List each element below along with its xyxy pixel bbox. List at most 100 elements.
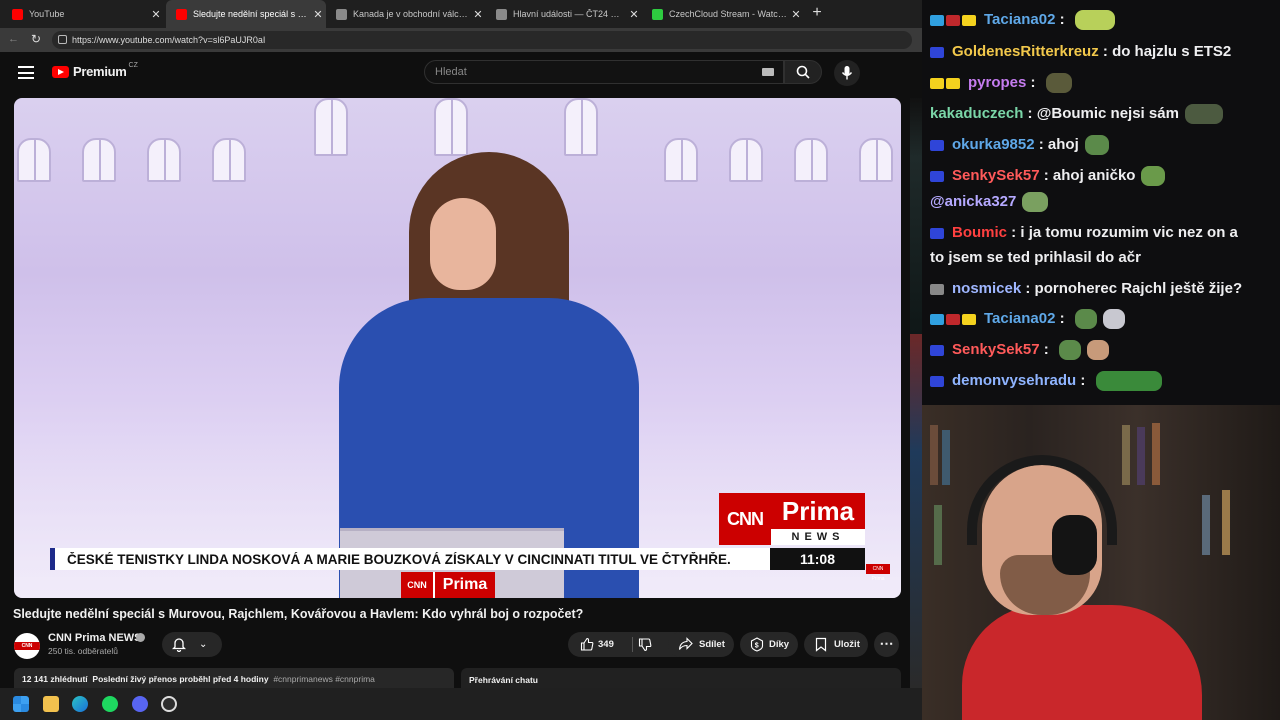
chat-username[interactable]: demonvysehradu bbox=[952, 371, 1076, 391]
chat-username[interactable]: kakaduczech bbox=[930, 104, 1023, 124]
background-window bbox=[564, 98, 598, 156]
chat-username[interactable]: okurka9852 bbox=[952, 135, 1035, 155]
chat-message: demonvysehradu : bbox=[930, 371, 1162, 391]
search-input[interactable]: Hledat bbox=[424, 60, 784, 84]
save-icon bbox=[815, 637, 827, 652]
chat-emote-icon bbox=[1095, 371, 1162, 391]
chat-separator: : bbox=[1034, 136, 1048, 153]
background-window bbox=[147, 138, 181, 182]
menu-icon[interactable] bbox=[18, 66, 34, 79]
close-tab-icon[interactable]: ✕ bbox=[148, 8, 164, 21]
tab-ct24[interactable]: Hlavní události — ČT24 — Česká ✕ bbox=[486, 0, 642, 28]
tab-youtube[interactable]: YouTube ✕ bbox=[2, 0, 164, 28]
microphone-icon bbox=[841, 66, 853, 80]
chat-username[interactable]: Taciana02 bbox=[984, 10, 1055, 30]
background-window bbox=[794, 138, 828, 182]
chat-username[interactable]: nosmicek bbox=[952, 279, 1021, 299]
thanks-label: Díky bbox=[769, 639, 790, 650]
youtube-header: Premium CZ Hledat bbox=[0, 52, 910, 94]
spotify-icon[interactable] bbox=[102, 696, 118, 712]
close-tab-icon[interactable]: ✕ bbox=[626, 8, 642, 21]
czechcloud-favicon-icon bbox=[652, 8, 663, 20]
discord-icon[interactable] bbox=[132, 696, 148, 712]
chat-text: to jsem se ted prihlasil do ačr bbox=[930, 249, 1141, 266]
chat-separator: : bbox=[1039, 167, 1053, 184]
chat-separator: : bbox=[1007, 224, 1021, 241]
chat-badge-icon bbox=[930, 46, 944, 58]
chat-username[interactable]: GoldenesRitterkreuz bbox=[952, 42, 1099, 62]
background-window bbox=[17, 138, 51, 182]
close-tab-icon[interactable]: ✕ bbox=[310, 8, 326, 21]
tab-active-video[interactable]: Sledujte nedělní speciál s Murovou ✕ bbox=[166, 0, 326, 28]
obs-icon[interactable] bbox=[161, 696, 177, 712]
back-icon[interactable]: ← bbox=[8, 33, 19, 45]
close-tab-icon[interactable]: ✕ bbox=[470, 8, 486, 21]
browser-tab-bar: YouTube ✕ Sledujte nedělní speciál s Mur… bbox=[0, 0, 922, 28]
chat-username[interactable]: SenkySek57 bbox=[952, 166, 1040, 186]
tab-czechcloud[interactable]: CzechCloud Stream - Watch Live o ✕ bbox=[642, 0, 804, 28]
chat-username[interactable]: Taciana02 bbox=[984, 309, 1055, 329]
video-player[interactable]: CNN Prima NEWS ČESKÉ TENISTKY LINDA NOSK… bbox=[14, 98, 901, 598]
tab-kanada[interactable]: Kanada je v obchodní válce, nebo ✕ bbox=[326, 0, 486, 28]
url-text: https://www.youtube.com/watch?v=sl6PaUJR… bbox=[72, 35, 266, 45]
presenter-face bbox=[430, 198, 496, 290]
channel-name[interactable]: CNN Prima NEWS bbox=[48, 632, 142, 644]
description-box[interactable]: 12 141 zhlédnutí Poslední živý přenos pr… bbox=[14, 668, 454, 688]
like-icon[interactable] bbox=[580, 637, 594, 651]
chat-separator: : bbox=[1021, 280, 1035, 297]
chat-emote-icon bbox=[1086, 340, 1109, 360]
chat-message: GoldenesRitterkreuz : do hajzlu s ETS2 bbox=[930, 42, 1231, 62]
stream-info: Poslední živý přenos proběhl před 4 hodi… bbox=[92, 674, 269, 684]
chat-badge-icon bbox=[946, 77, 960, 89]
book-spine bbox=[1202, 495, 1210, 555]
youtube-logo[interactable]: Premium CZ bbox=[52, 62, 138, 79]
chat-text: do hajzlu s ETS2 bbox=[1112, 43, 1232, 60]
keyboard-icon[interactable] bbox=[762, 68, 774, 76]
background-window bbox=[664, 138, 698, 182]
page-favicon-icon bbox=[496, 8, 507, 20]
like-count[interactable]: 349 bbox=[598, 632, 614, 657]
chat-separator: : bbox=[1026, 74, 1040, 91]
share-icon bbox=[678, 637, 693, 650]
windows-start-icon[interactable] bbox=[13, 696, 29, 712]
hashtags[interactable]: #cnnprimanews #cnnprima bbox=[273, 674, 375, 684]
edge-browser-icon[interactable] bbox=[72, 696, 88, 712]
channel-avatar[interactable]: CNN NEWS bbox=[14, 633, 40, 659]
reload-icon[interactable]: ↻ bbox=[31, 32, 41, 46]
site-info-icon[interactable] bbox=[58, 35, 67, 44]
book-spine bbox=[1152, 423, 1160, 485]
address-toolbar: ← ↻ https://www.youtube.com/watch?v=sl6P… bbox=[0, 28, 922, 52]
chat-badge-icon bbox=[930, 375, 944, 387]
chat-emote-icon bbox=[1102, 309, 1125, 329]
dislike-icon[interactable] bbox=[638, 638, 652, 652]
chat-username[interactable]: SenkySek57 bbox=[952, 340, 1040, 360]
thanks-button[interactable]: $ Díky bbox=[740, 632, 798, 657]
chat-text: pornoherec Rajchl ještě žije? bbox=[1034, 280, 1243, 297]
background-window bbox=[212, 138, 246, 182]
close-tab-icon[interactable]: ✕ bbox=[788, 8, 804, 21]
chat-badge-icon bbox=[962, 14, 976, 26]
stream-chat-overlay: Taciana02 : GoldenesRitterkreuz : do haj… bbox=[922, 0, 1280, 405]
chat-emote-icon bbox=[1045, 73, 1072, 93]
chat-replay-header[interactable]: Přehrávání chatu bbox=[461, 668, 901, 688]
chat-username[interactable]: pyropes bbox=[968, 73, 1026, 93]
background-window bbox=[82, 138, 116, 182]
file-explorer-icon[interactable] bbox=[43, 696, 59, 712]
save-button[interactable]: Uložit bbox=[804, 632, 868, 657]
notification-button[interactable]: ⌄ bbox=[162, 632, 222, 657]
book-spine bbox=[934, 505, 942, 565]
chat-badge-icon bbox=[930, 14, 944, 26]
voice-search-button[interactable] bbox=[834, 60, 860, 86]
book-spine bbox=[1122, 425, 1130, 485]
chat-username[interactable]: @anicka327 bbox=[930, 192, 1016, 212]
share-button[interactable]: Sdílet bbox=[668, 632, 734, 657]
new-tab-icon[interactable]: + bbox=[808, 4, 826, 22]
address-bar[interactable]: https://www.youtube.com/watch?v=sl6PaUJR… bbox=[52, 31, 912, 49]
chat-emote-icon bbox=[1074, 309, 1097, 329]
search-button[interactable] bbox=[784, 60, 822, 84]
chat-message: SenkySek57 : ahoj aničko bbox=[930, 166, 1166, 186]
more-actions-button[interactable]: ⋯ bbox=[874, 632, 899, 657]
chat-username[interactable]: Boumic bbox=[952, 223, 1007, 243]
cnn-logo-text: CNN bbox=[719, 493, 771, 545]
save-label: Uložit bbox=[834, 639, 860, 650]
